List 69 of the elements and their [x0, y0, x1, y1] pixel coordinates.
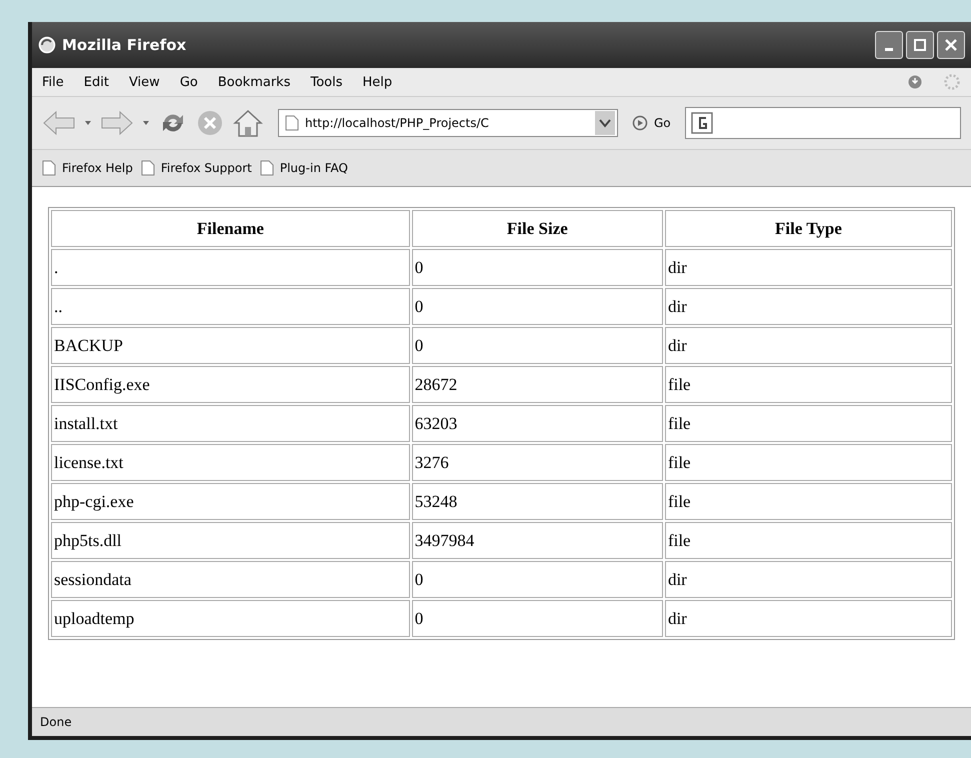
dropdown-icon[interactable]	[142, 119, 150, 127]
table-cell: php5ts.dll	[51, 522, 410, 559]
table-cell: uploadtemp	[51, 600, 410, 637]
globe-icon	[38, 36, 56, 54]
maximize-icon	[913, 38, 927, 52]
table-cell: 3497984	[412, 522, 663, 559]
table-cell: 3276	[412, 444, 663, 481]
window-title: Mozilla Firefox	[62, 36, 186, 54]
menu-item[interactable]: Help	[362, 74, 392, 90]
column-header: File Size	[412, 210, 663, 247]
menu-item[interactable]: Go	[180, 74, 198, 90]
column-header: Filename	[51, 210, 410, 247]
table-cell: 53248	[412, 483, 663, 520]
table-cell: dir	[664, 288, 952, 325]
dropdown-icon[interactable]	[84, 119, 92, 127]
dropdown-icon[interactable]	[595, 111, 615, 135]
page-icon	[140, 160, 155, 176]
table-cell: php-cgi.exe	[51, 483, 410, 520]
table-cell: sessiondata	[51, 561, 410, 598]
table-cell: file	[664, 405, 952, 442]
table-cell: .	[51, 249, 410, 286]
play-icon	[632, 115, 648, 131]
back-arrow-icon[interactable]	[42, 109, 76, 137]
table-cell: file	[664, 483, 952, 520]
table-cell: 0	[412, 249, 663, 286]
page-icon	[260, 160, 274, 176]
table-cell: 28672	[412, 366, 663, 403]
status-icon	[907, 74, 923, 90]
page-icon	[285, 115, 299, 131]
table-cell: ..	[51, 288, 410, 325]
table-cell: license.txt	[51, 444, 410, 481]
table-cell: file	[664, 522, 952, 559]
table-cell: install.txt	[51, 405, 410, 442]
menu-item[interactable]: Tools	[310, 74, 343, 90]
minimize-icon	[885, 48, 893, 50]
menu-item[interactable]: View	[128, 74, 160, 90]
address-field[interactable]: http://localhost/PHP_Projects/C	[278, 109, 618, 137]
home-icon[interactable]	[232, 108, 264, 138]
bookmark-link[interactable]: Firefox Support	[140, 160, 252, 176]
table-cell: dir	[664, 249, 952, 286]
table-cell: file	[664, 444, 952, 481]
close-icon	[944, 38, 958, 52]
table-cell: dir	[664, 327, 952, 364]
table-cell: 0	[412, 288, 663, 325]
search-engine-icon	[690, 111, 716, 135]
bookmark-link[interactable]: Plug-in FAQ	[260, 160, 348, 176]
go-button[interactable]: Go	[626, 115, 677, 131]
status-text: Done	[40, 715, 72, 729]
maximize-button[interactable]	[906, 31, 934, 59]
column-header: File Type	[664, 210, 952, 247]
menu-item[interactable]: File	[42, 74, 64, 90]
table-cell: dir	[664, 561, 952, 598]
minimize-button[interactable]	[875, 31, 903, 59]
table-cell: 0	[412, 600, 663, 637]
bookmark-link[interactable]: Firefox Help	[42, 160, 133, 176]
table-cell: file	[664, 366, 952, 403]
table-cell: 0	[412, 327, 663, 364]
table-cell: BACKUP	[51, 327, 410, 364]
table-cell: 63203	[412, 405, 663, 442]
table-cell: IISConfig.exe	[51, 366, 410, 403]
close-button[interactable]	[937, 31, 965, 59]
search-field[interactable]	[684, 107, 961, 139]
menu-item[interactable]: Bookmarks	[218, 74, 290, 90]
table-cell: dir	[664, 600, 952, 637]
forward-arrow-icon[interactable]	[100, 109, 134, 137]
menu-item[interactable]: Edit	[84, 74, 109, 90]
throbber-icon	[943, 73, 961, 91]
table-cell: 0	[412, 561, 663, 598]
page-icon	[42, 160, 56, 176]
